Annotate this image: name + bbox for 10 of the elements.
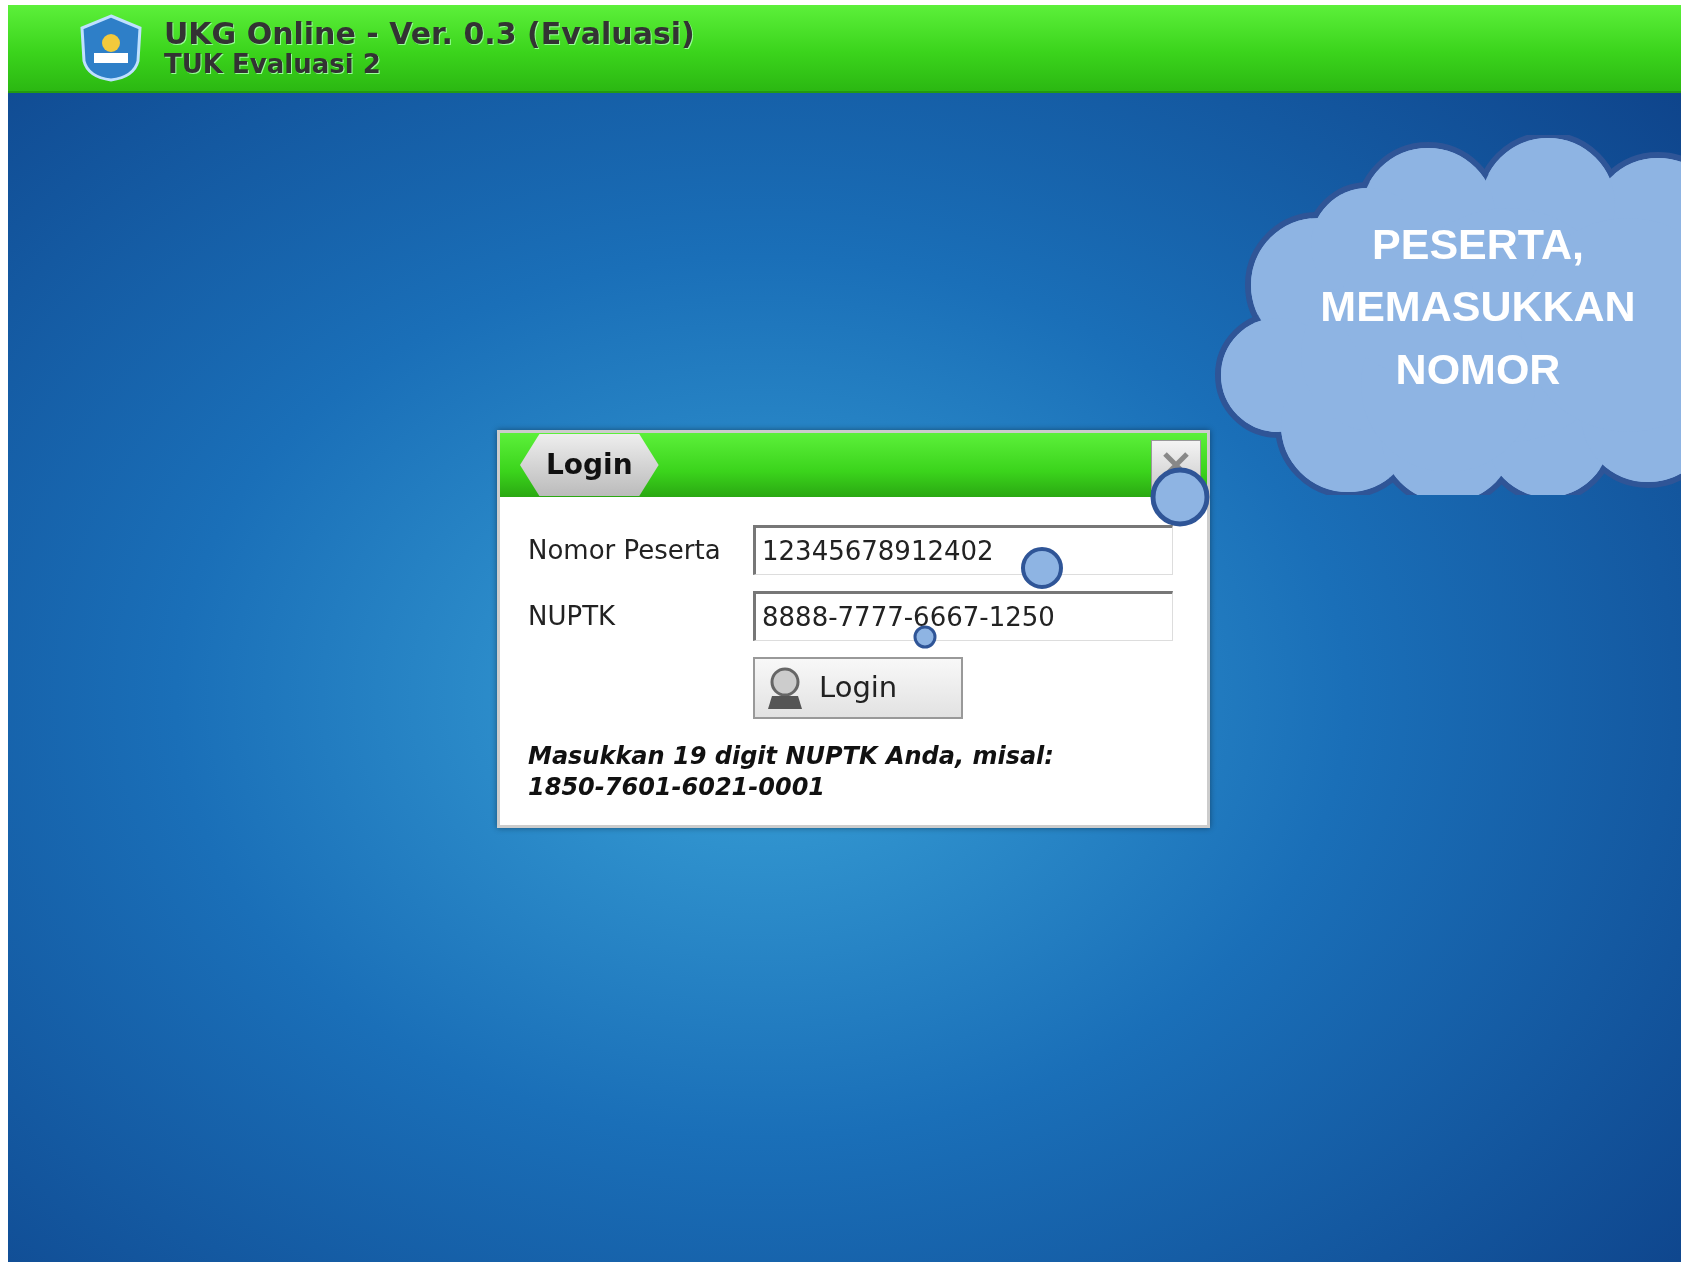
login-button[interactable]: Login: [753, 657, 963, 719]
dialog-title: Login: [520, 434, 659, 496]
app-title: UKG Online - Ver. 0.3 (Evaluasi): [164, 17, 695, 51]
app-subtitle: TUK Evaluasi 2: [164, 50, 382, 79]
input-field[interactable]: 12345678912402: [753, 525, 1173, 575]
field-label: NUPTK: [528, 599, 617, 633]
hint-text: Masukkan 19 digit NUPTK Anda, misal: 1850-7601-6021-0001: [528, 741, 1055, 804]
input-field[interactable]: 8888-7777-6667-1250: [753, 591, 1173, 641]
callout-text: PESERTA, MEMASUKKAN NOMOR: [1319, 219, 1637, 395]
field-label: Nomor Peserta: [528, 533, 722, 567]
